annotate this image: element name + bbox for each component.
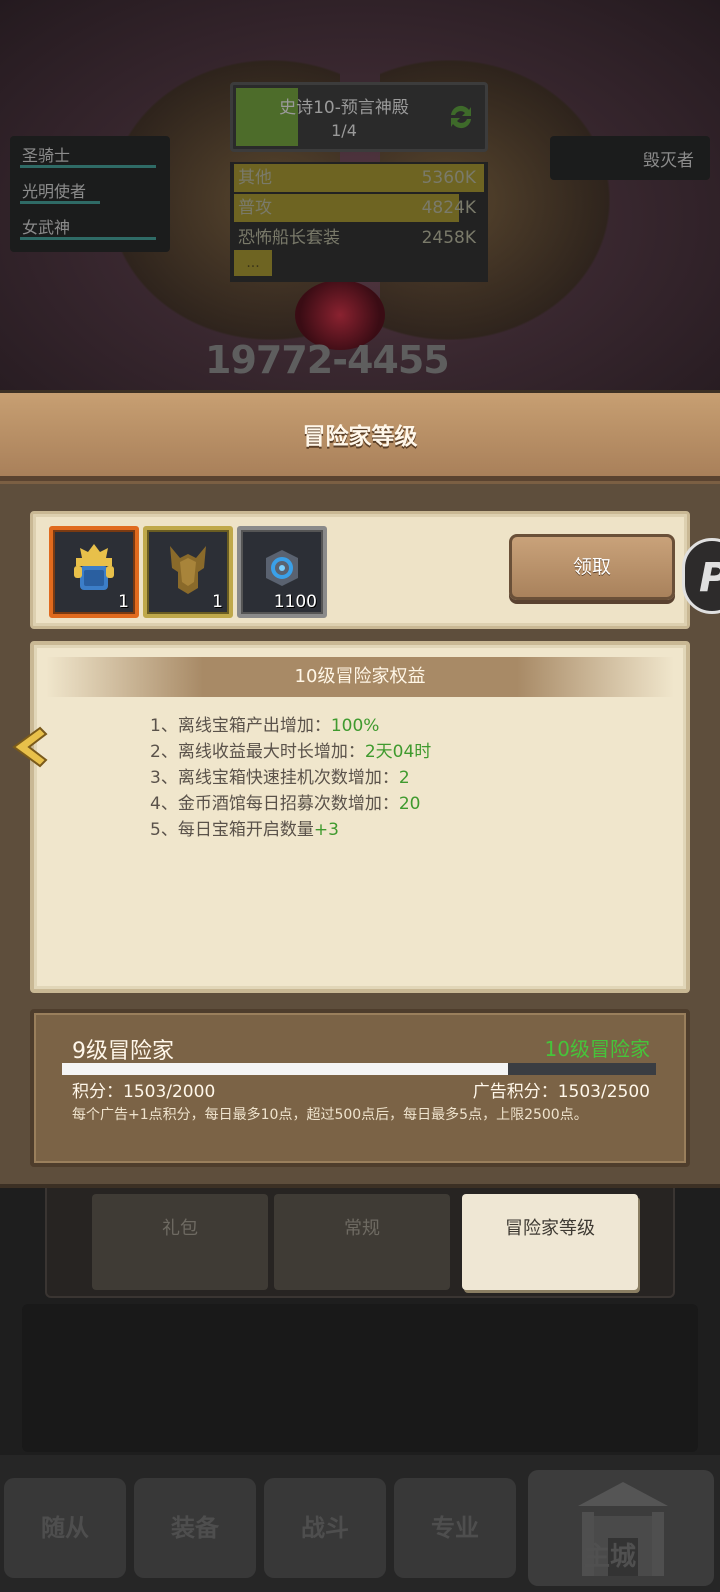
benefit-value: 2 [398, 768, 410, 788]
benefit-item: 2、离线收益最大时长增加：2天04时 [150, 739, 431, 765]
level-progress-fill [62, 1063, 509, 1075]
team-member[interactable]: 圣骑士 [10, 136, 170, 172]
team-member[interactable]: 女武神 [10, 208, 170, 244]
benefit-value: 20 [398, 794, 421, 814]
score-text: 积分：1503/2000 [72, 1082, 216, 1102]
benefit-text: 5、每日宝箱开启数量 [150, 820, 314, 840]
modal-header: 冒险家等级 [0, 393, 720, 481]
team-member[interactable]: 光明使者 [10, 172, 170, 208]
benefit-value: 2天04时 [364, 742, 432, 762]
team-member-name: 光明使者 [22, 182, 87, 201]
damage-label: 恐怖船长套装 [238, 228, 340, 248]
next-level: 10级冒险家 [544, 1037, 650, 1061]
damage-more-button[interactable]: ... [234, 250, 272, 276]
rune-stone-icon [266, 550, 298, 586]
helmet-icon [74, 544, 114, 590]
stage-name: 史诗10-预言神殿 [279, 98, 409, 118]
benefit-text: 4、金币酒馆每日招募次数增加： [150, 794, 399, 814]
reward-count: 1100 [273, 592, 317, 612]
reward-item[interactable]: 1 [143, 526, 233, 618]
nav-battle[interactable]: 战斗 [264, 1478, 386, 1578]
content-list [22, 1304, 698, 1452]
reward-count: 1 [118, 592, 129, 612]
current-level: 9级冒险家 [72, 1039, 174, 1064]
boss-damage-number: 19772-4455 [205, 338, 450, 382]
nav-equipment[interactable]: 装备 [134, 1478, 256, 1578]
tab-regular[interactable]: 常规 [274, 1194, 450, 1290]
hp-bar [20, 201, 100, 204]
benefit-item: 5、每日宝箱开启数量+3 [150, 817, 431, 843]
tab-adventurer-level[interactable]: 冒险家等级 [462, 1194, 638, 1290]
nav-profession[interactable]: 专业 [394, 1478, 516, 1578]
benefits-title: 10级冒险家权益 [294, 666, 426, 687]
benefit-value: +3 [313, 820, 339, 840]
nav-main-city-label: 主城 [584, 1542, 637, 1572]
stage-progress: 1/4 [331, 121, 357, 140]
armor-icon [170, 546, 206, 594]
reward-count: 1 [212, 592, 223, 612]
nav-main-city[interactable]: 主城 [528, 1470, 714, 1586]
damage-label: 其他 [238, 168, 272, 188]
side-menu-letter: P [699, 555, 720, 601]
reward-item[interactable]: 1100 [237, 526, 327, 618]
team-member-name: 圣骑士 [22, 146, 71, 165]
tab-gift[interactable]: 礼包 [92, 1194, 268, 1290]
nav-followers[interactable]: 随从 [4, 1478, 126, 1578]
reward-panel: 1 1 1100 领取 [30, 511, 690, 629]
adventurer-level-modal: 冒险家等级 1 1 1100 领取 10级冒险家权益 1、离线宝箱产出增加：10… [0, 390, 720, 1188]
modal-title: 冒险家等级 [302, 424, 418, 450]
claim-button[interactable]: 领取 [509, 534, 675, 600]
benefit-text: 3、离线宝箱快速挂机次数增加： [150, 768, 399, 788]
stage-info: 史诗10-预言神殿 1/4 [230, 82, 488, 152]
score-note: 每个广告+1点积分，每日最多10点，超过500点后，每日最多5点，上限2500点… [72, 1107, 588, 1123]
benefit-text: 2、离线收益最大时长增加： [150, 742, 365, 762]
enemy-name: 毁灭者 [550, 136, 710, 180]
damage-value: 4824K [421, 198, 476, 218]
damage-panel: 其他 5360K 普攻 4824K 恐怖船长套装 2458K ... [230, 162, 488, 282]
chevron-left-icon[interactable] [6, 722, 56, 772]
benefit-item: 4、金币酒馆每日招募次数增加：20 [150, 791, 431, 817]
benefits-list: 1、离线宝箱产出增加：100% 2、离线收益最大时长增加：2天04时 3、离线宝… [150, 713, 431, 843]
benefit-value: 100% [330, 716, 380, 736]
team-member-name: 女武神 [22, 218, 71, 237]
damage-row: 恐怖船长套装 2458K [234, 224, 484, 252]
benefits-panel: 10级冒险家权益 1、离线宝箱产出增加：100% 2、离线收益最大时长增加：2天… [30, 641, 690, 993]
benefits-title-bar: 10级冒险家权益 [46, 657, 674, 697]
refresh-icon[interactable] [445, 101, 477, 133]
damage-value: 5360K [421, 168, 476, 188]
ad-score-text: 广告积分：1503/2500 [472, 1082, 650, 1102]
damage-value: 2458K [421, 228, 476, 248]
damage-label: 普攻 [238, 198, 272, 218]
hp-bar [20, 237, 156, 240]
damage-row: 普攻 4824K [234, 194, 484, 222]
reward-item[interactable]: 1 [49, 526, 139, 618]
benefit-item: 3、离线宝箱快速挂机次数增加：2 [150, 765, 431, 791]
team-list: 圣骑士 光明使者 女武神 [10, 136, 170, 252]
benefit-item: 1、离线宝箱产出增加：100% [150, 713, 431, 739]
side-menu-button[interactable]: P [682, 538, 720, 614]
level-progress-panel: 9级冒险家 10级冒险家 积分：1503/2000 广告积分：1503/2500… [30, 1009, 690, 1167]
level-progress-bar [62, 1063, 656, 1075]
damage-row: 其他 5360K [234, 164, 484, 192]
hp-bar [20, 165, 156, 168]
benefit-text: 1、离线宝箱产出增加： [150, 716, 331, 736]
